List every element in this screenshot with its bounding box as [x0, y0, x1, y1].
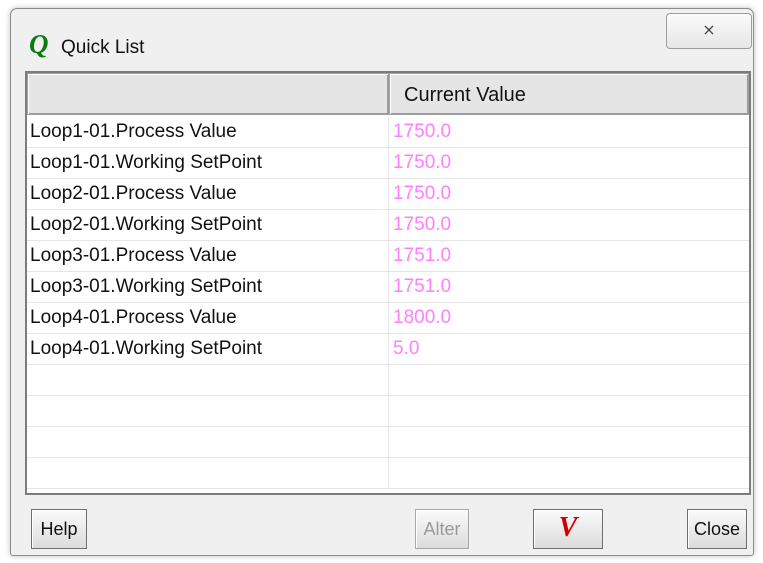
alter-button[interactable]: Alter — [415, 509, 469, 549]
quick-list-window: Q Quick List ⨯ Current Value Loop1-01.Pr… — [10, 8, 754, 556]
table-row[interactable] — [27, 427, 749, 458]
tag-name-cell[interactable] — [27, 427, 389, 457]
current-value-cell[interactable] — [389, 396, 749, 426]
current-value-cell[interactable] — [389, 458, 749, 488]
column-header-current-value-label: Current Value — [404, 84, 526, 106]
close-window-button[interactable]: ⨯ — [666, 13, 752, 49]
table-row[interactable]: Loop4-01.Process Value 1800.0 — [27, 303, 749, 334]
window-title: Quick List — [61, 37, 145, 58]
close-icon: ⨯ — [702, 20, 716, 39]
table-row[interactable]: Loop3-01.Working SetPoint 1751.0 — [27, 272, 749, 303]
tag-name-cell[interactable]: Loop3-01.Working SetPoint — [27, 272, 389, 302]
current-value-cell[interactable]: 1800.0 — [389, 303, 749, 333]
v-icon-button[interactable]: V — [533, 509, 603, 549]
table-row[interactable]: Loop2-01.Working SetPoint 1750.0 — [27, 210, 749, 241]
table-row[interactable] — [27, 396, 749, 427]
title-bar[interactable]: Q Quick List ⨯ — [11, 9, 753, 67]
table-row[interactable]: Loop1-01.Process Value 1750.0 — [27, 117, 749, 148]
tag-name-cell[interactable]: Loop2-01.Working SetPoint — [27, 210, 389, 240]
current-value-cell[interactable]: 5.0 — [389, 334, 749, 364]
table-row[interactable] — [27, 365, 749, 396]
current-value-cell[interactable]: 1750.0 — [389, 148, 749, 178]
table-row[interactable] — [27, 458, 749, 489]
tag-name-cell[interactable]: Loop1-01.Process Value — [27, 117, 389, 147]
grid-header: Current Value — [27, 73, 749, 117]
quick-list-grid[interactable]: Current Value Loop1-01.Process Value 1750… — [25, 71, 751, 495]
table-row[interactable]: Loop1-01.Working SetPoint 1750.0 — [27, 148, 749, 179]
help-button[interactable]: Help — [31, 509, 87, 549]
current-value-cell[interactable]: 1750.0 — [389, 210, 749, 240]
current-value-cell[interactable]: 1751.0 — [389, 272, 749, 302]
table-row[interactable]: Loop4-01.Working SetPoint 5.0 — [27, 334, 749, 365]
tag-name-cell[interactable]: Loop1-01.Working SetPoint — [27, 148, 389, 178]
grid-rows: Loop1-01.Process Value 1750.0 Loop1-01.Wor… — [27, 117, 749, 489]
tag-name-cell[interactable]: Loop4-01.Process Value — [27, 303, 389, 333]
tag-name-cell[interactable] — [27, 458, 389, 488]
table-row[interactable]: Loop3-01.Process Value 1751.0 — [27, 241, 749, 272]
current-value-cell[interactable] — [389, 365, 749, 395]
tag-name-cell[interactable] — [27, 396, 389, 426]
current-value-cell[interactable]: 1750.0 — [389, 117, 749, 147]
v-logo-icon: V — [558, 512, 578, 543]
tag-name-cell[interactable] — [27, 365, 389, 395]
tag-name-cell[interactable]: Loop2-01.Process Value — [27, 179, 389, 209]
column-header-name[interactable] — [27, 73, 389, 115]
quick-list-app-icon: Q — [29, 29, 49, 59]
tag-name-cell[interactable]: Loop3-01.Process Value — [27, 241, 389, 271]
close-button[interactable]: Close — [687, 509, 747, 549]
current-value-cell[interactable] — [389, 427, 749, 457]
table-row[interactable]: Loop2-01.Process Value 1750.0 — [27, 179, 749, 210]
current-value-cell[interactable]: 1751.0 — [389, 241, 749, 271]
current-value-cell[interactable]: 1750.0 — [389, 179, 749, 209]
column-header-current-value[interactable]: Current Value — [389, 73, 749, 115]
tag-name-cell[interactable]: Loop4-01.Working SetPoint — [27, 334, 389, 364]
